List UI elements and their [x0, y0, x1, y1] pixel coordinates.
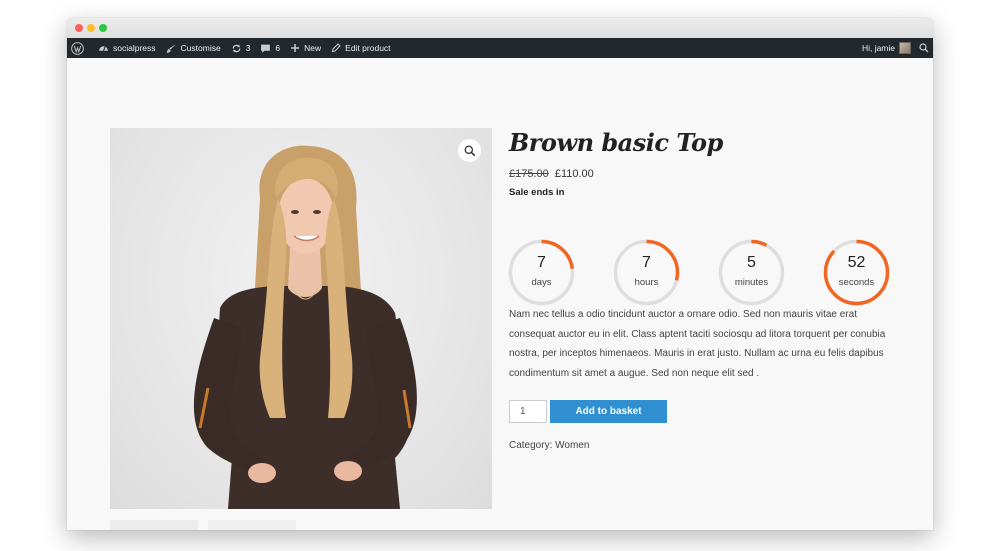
sale-price: £110.00 [554, 168, 594, 180]
dashboard-icon [99, 45, 108, 51]
maximize-window-button[interactable] [99, 24, 107, 32]
thumbnail-photo-icon [208, 520, 296, 530]
old-price: £175.00 [509, 168, 549, 180]
search-icon[interactable] [919, 43, 929, 53]
category-label: Category: [509, 440, 553, 451]
wp-admin-bar: socialpress Customise 3 6 New Edit produ… [67, 38, 933, 58]
new-label: New [304, 43, 322, 53]
magnifier-icon [464, 145, 475, 156]
countdown-value: 5 [747, 254, 756, 271]
paintbrush-icon [166, 43, 176, 53]
plus-icon [291, 44, 300, 52]
model-photo [193, 145, 417, 509]
customise-label: Customise [180, 43, 221, 53]
countdown-unit: days [531, 277, 552, 288]
category-link[interactable]: Women [555, 440, 589, 451]
countdown-hours: 7 hours [613, 239, 680, 306]
add-to-basket-button[interactable]: Add to basket [550, 400, 667, 423]
countdown-unit: hours [634, 277, 659, 288]
pencil-icon [332, 43, 341, 53]
countdown-ring [718, 239, 785, 306]
comments-link[interactable]: 6 [260, 43, 280, 54]
edit-product-label: Edit product [345, 43, 391, 53]
wordpress-logo-button[interactable] [71, 41, 88, 55]
site-name-label: socialpress [113, 43, 156, 53]
close-window-button[interactable] [75, 24, 83, 32]
thumbnail-photo-icon [110, 520, 198, 530]
wordpress-icon [71, 41, 84, 55]
browser-window: socialpress Customise 3 6 New Edit produ… [67, 18, 933, 530]
customise-link[interactable]: Customise [166, 43, 221, 54]
countdown-value: 7 [537, 254, 546, 271]
countdown-unit: seconds [838, 277, 875, 288]
countdown-unit: minutes [734, 277, 769, 288]
product-title: Brown basic Top [509, 128, 723, 157]
sale-ends-label: Sale ends in [509, 187, 565, 198]
edit-product-link[interactable]: Edit product [331, 43, 391, 53]
ring-track [718, 239, 785, 306]
product-main-image[interactable] [110, 128, 492, 509]
window-titlebar [67, 18, 933, 38]
countdown-ring [508, 239, 575, 306]
countdown-value: 7 [642, 254, 651, 271]
product-page: Brown basic Top £175.00 £110.00 Sale end… [67, 58, 933, 530]
product-price: £175.00 £110.00 [509, 168, 594, 180]
greeting-label: Hi, jamie [861, 43, 895, 53]
product-thumbnail-2[interactable] [208, 520, 296, 530]
updates-count: 3 [245, 43, 251, 53]
comments-count: 6 [275, 43, 281, 53]
updates-link[interactable]: 3 [231, 43, 251, 54]
updates-icon [232, 44, 241, 52]
site-name-link[interactable]: socialpress [98, 43, 156, 54]
zoom-button[interactable] [458, 139, 481, 162]
countdown-timer: 7 days 7 hours 5 minutes 52 seconds [508, 239, 928, 306]
my-account-link[interactable]: Hi, jamie [862, 42, 911, 54]
countdown-days: 7 days [508, 239, 575, 306]
comment-icon [261, 44, 271, 53]
countdown-ring [613, 239, 680, 306]
product-category: Category: Women [509, 440, 589, 451]
countdown-value: 52 [847, 254, 866, 271]
quantity-input[interactable] [509, 400, 547, 423]
countdown-minutes: 5 minutes [718, 239, 785, 306]
product-description: Nam nec tellus a odio tincidunt auctor a… [509, 309, 886, 379]
product-thumbnail-1[interactable] [110, 520, 198, 530]
avatar [899, 42, 911, 54]
countdown-ring [823, 239, 890, 306]
new-content-link[interactable]: New [290, 43, 321, 53]
minimize-window-button[interactable] [87, 24, 95, 32]
countdown-seconds: 52 seconds [823, 239, 890, 306]
